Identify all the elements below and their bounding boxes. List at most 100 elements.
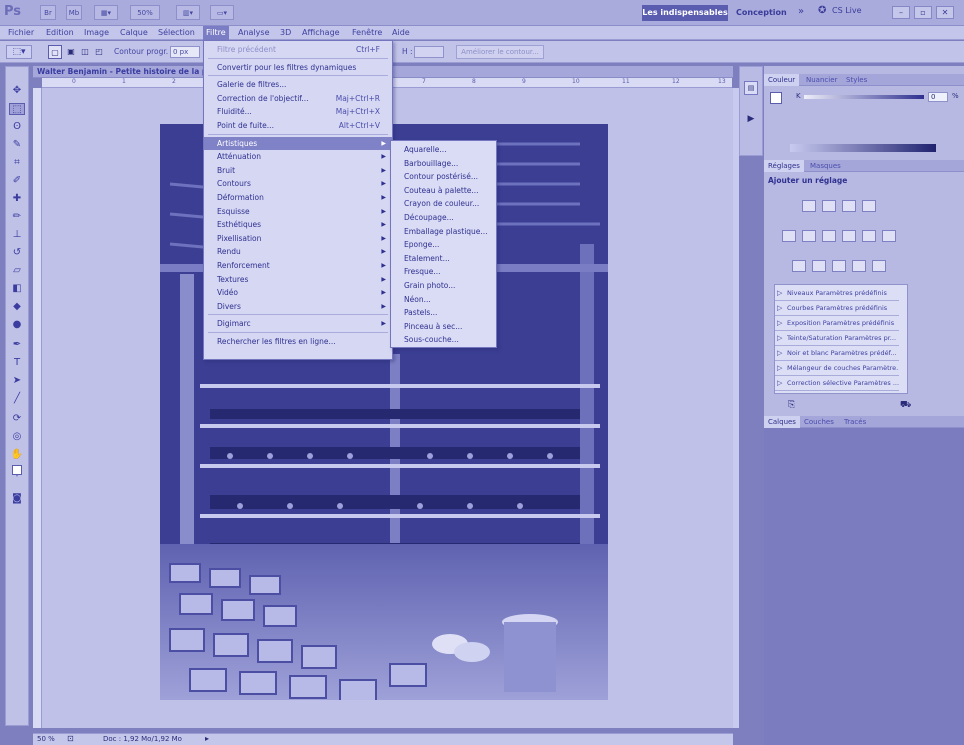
exposure-icon[interactable] [862, 200, 876, 212]
artistiques-submenu-item[interactable]: Sous-couche... [391, 333, 496, 347]
menu-image[interactable]: Image [84, 26, 109, 40]
preset-courbes[interactable]: Courbes Paramètres prédéfinis [775, 302, 899, 316]
color-balance-icon[interactable] [822, 230, 836, 242]
workspace-essentials[interactable]: Les indispensables [642, 5, 728, 21]
filter-menu-item[interactable]: Vidéo ▶ [204, 286, 392, 300]
artistiques-submenu-item[interactable]: Pastels... [391, 306, 496, 320]
foreground-color-swatch[interactable] [12, 465, 22, 475]
vibrance-icon[interactable] [782, 230, 796, 242]
artistiques-submenu-item[interactable]: Grain photo... [391, 279, 496, 293]
shape-tool-icon[interactable]: ╱ [9, 393, 25, 405]
eraser-tool-icon[interactable]: ▱ [9, 265, 25, 277]
actions-panel-icon[interactable]: ▶ [744, 113, 758, 127]
preset-niveaux[interactable]: Niveaux Paramètres prédéfinis [775, 287, 899, 301]
artistiques-submenu-item[interactable]: Emballage plastique... [391, 225, 496, 239]
menu-affichage[interactable]: Affichage [302, 26, 340, 40]
menu-fenetre[interactable]: Fenêtre [352, 26, 382, 40]
close-icon[interactable]: ✕ [936, 6, 954, 19]
preset-teinte-saturation[interactable]: Teinte/Saturation Paramètres pr... [775, 332, 899, 346]
cs-live-label[interactable]: CS Live [832, 6, 862, 15]
artistiques-submenu-item[interactable]: Eponge... [391, 238, 496, 252]
threshold-icon[interactable] [832, 260, 846, 272]
channel-mixer-icon[interactable] [882, 230, 896, 242]
menu-aide[interactable]: Aide [392, 26, 410, 40]
artistiques-submenu-item[interactable]: Pinceau à sec... [391, 320, 496, 334]
filter-menu-item[interactable]: Bruit ▶ [204, 164, 392, 178]
eyedropper-tool-icon[interactable]: ✐ [9, 175, 25, 187]
arrange-docs-icon[interactable]: ▥▾ [176, 5, 200, 20]
status-menu-arrow-icon[interactable]: ▸ [205, 734, 209, 743]
marquee-tool-icon[interactable]: ⬚ [9, 103, 25, 115]
3d-orbit-tool-icon[interactable]: ◎ [9, 431, 25, 443]
levels-icon[interactable] [822, 200, 836, 212]
preset-noir-blanc[interactable]: Noir et blanc Paramètres prédéf... [775, 347, 899, 361]
blur-tool-icon[interactable]: ◆ [9, 301, 25, 313]
menu-edition[interactable]: Edition [46, 26, 74, 40]
tab-reglages[interactable]: Réglages [764, 160, 804, 172]
quick-mask-icon[interactable]: ◙ [9, 493, 25, 505]
zoom-select[interactable]: 50% [130, 5, 160, 20]
bridge-icon[interactable]: Br [40, 5, 56, 20]
history-panel-icon[interactable]: ▤ [744, 81, 758, 95]
gradient-tool-icon[interactable]: ◧ [9, 283, 25, 295]
menu-selection[interactable]: Sélection [158, 26, 195, 40]
more-workspaces-icon[interactable]: » [798, 6, 804, 17]
posterize-icon[interactable] [812, 260, 826, 272]
adjustment-delete-icon[interactable]: ⛟ [900, 400, 911, 411]
filter-menu-item[interactable]: Convertir pour les filtres dynamiques [204, 61, 392, 75]
pen-tool-icon[interactable]: ✒ [9, 339, 25, 351]
artistiques-submenu-item[interactable]: Fresque... [391, 265, 496, 279]
curves-icon[interactable] [842, 200, 856, 212]
healing-brush-tool-icon[interactable]: ✚ [9, 193, 25, 205]
refine-edge-button[interactable]: Améliorer le contour... [456, 45, 544, 59]
height-input[interactable] [414, 46, 444, 58]
adjustment-clip-icon[interactable]: ⎘ [788, 400, 795, 410]
gradient-map-icon[interactable] [852, 260, 866, 272]
restore-icon[interactable]: ▫ [914, 6, 932, 19]
dodge-tool-icon[interactable]: ● [9, 319, 25, 331]
filter-menu-item[interactable]: Rendu ▶ [204, 245, 392, 259]
tab-styles[interactable]: Styles [842, 74, 871, 86]
minimize-icon[interactable]: – [892, 6, 910, 19]
intersect-selection-icon[interactable]: ◰ [92, 45, 106, 59]
filter-menu-item[interactable]: Textures ▶ [204, 273, 392, 287]
menu-fichier[interactable]: Fichier [8, 26, 34, 40]
selective-color-icon[interactable] [872, 260, 886, 272]
menu-3d[interactable]: 3D [280, 26, 291, 40]
filter-menu-item[interactable]: Esquisse ▶ [204, 205, 392, 219]
filter-menu-item[interactable]: Filtre précédent Ctrl+F [204, 43, 392, 57]
artistiques-submenu-item[interactable]: Barbouillage... [391, 157, 496, 171]
preset-correction-selective[interactable]: Correction sélective Paramètres ... [775, 377, 899, 391]
hue-saturation-icon[interactable] [802, 230, 816, 242]
filter-menu-item[interactable]: Rechercher les filtres en ligne... [204, 335, 392, 349]
clone-stamp-tool-icon[interactable]: ⊥ [9, 229, 25, 241]
zoom-level[interactable]: 50 % [37, 735, 55, 743]
menu-filtre[interactable]: Filtre [203, 26, 229, 40]
filter-menu-item[interactable]: Pixellisation ▶ [204, 232, 392, 246]
artistiques-submenu-item[interactable]: Néon... [391, 293, 496, 307]
artistiques-submenu-item[interactable]: Aquarelle... [391, 143, 496, 157]
filter-menu-item[interactable]: Point de fuite... Alt+Ctrl+V [204, 119, 392, 133]
artistiques-submenu-item[interactable]: Contour postérisé... [391, 170, 496, 184]
menu-calque[interactable]: Calque [120, 26, 148, 40]
view-extras-icon[interactable]: ▦▾ [94, 5, 118, 20]
tab-couleur[interactable]: Couleur [764, 74, 800, 86]
filter-menu-item[interactable]: Déformation ▶ [204, 191, 392, 205]
mini-bridge-icon[interactable]: Mb [66, 5, 82, 20]
vertical-scrollbar[interactable] [733, 88, 739, 728]
filter-menu-item[interactable]: Contours ▶ [204, 177, 392, 191]
tab-traces[interactable]: Tracés [840, 416, 870, 428]
filter-menu-item[interactable]: Digimarc ▶ [204, 317, 392, 331]
artistiques-submenu-item[interactable]: Couteau à palette... [391, 184, 496, 198]
preset-melangeur[interactable]: Mélangeur de couches Paramètre... [775, 362, 899, 376]
hand-tool-icon[interactable]: ✋ [9, 449, 25, 461]
brightness-icon[interactable] [802, 200, 816, 212]
filter-menu-item[interactable]: Correction de l'objectif... Maj+Ctrl+R [204, 92, 392, 106]
k-slider[interactable] [804, 95, 924, 99]
quick-selection-tool-icon[interactable]: ✎ [9, 139, 25, 151]
3d-rotate-tool-icon[interactable]: ⟳ [9, 413, 25, 425]
tab-masques[interactable]: Masques [806, 160, 845, 172]
feather-input[interactable]: 0 px [170, 46, 200, 58]
filter-menu-item[interactable]: Divers ▶ [204, 300, 392, 314]
filter-menu-item[interactable]: Esthétiques ▶ [204, 218, 392, 232]
